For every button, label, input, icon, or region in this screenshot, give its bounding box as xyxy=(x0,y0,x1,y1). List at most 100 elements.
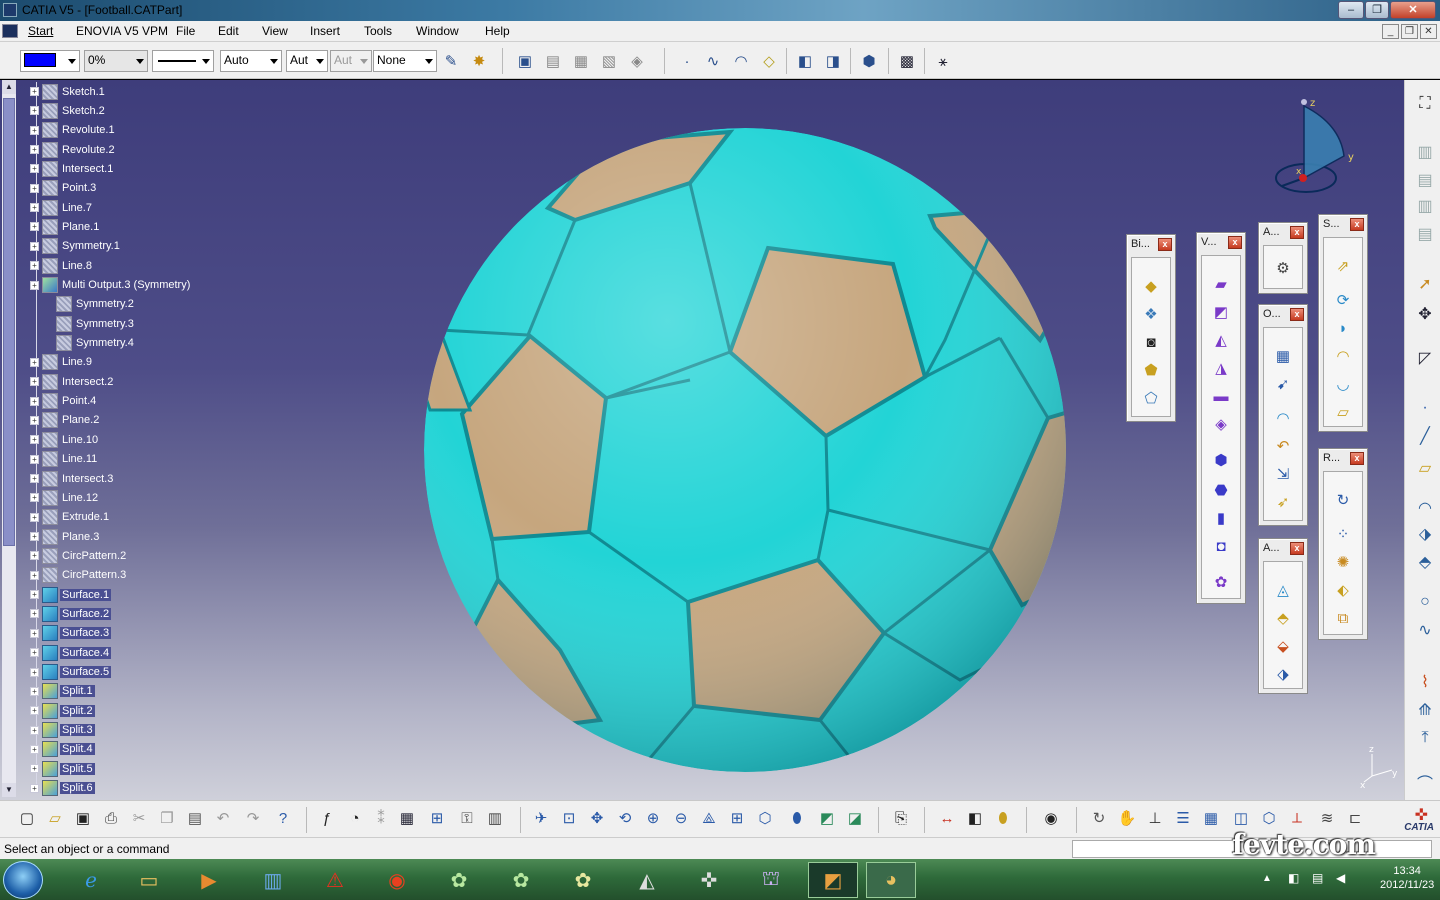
healing-icon[interactable]: ⬠ xyxy=(1139,386,1163,410)
point-icon[interactable]: · xyxy=(676,50,698,72)
app-icon[interactable]: ◉ xyxy=(372,862,422,898)
expand-icon[interactable]: + xyxy=(30,667,39,677)
menu-view[interactable]: View xyxy=(262,24,288,38)
expand-icon[interactable]: + xyxy=(30,222,39,232)
snap-icon[interactable]: ⚹ xyxy=(932,50,954,72)
circle-arc-icon[interactable]: ◠ xyxy=(730,50,752,72)
tree-item[interactable]: + Intersect.3 xyxy=(30,469,115,488)
projection-icon[interactable]: ◠ xyxy=(1413,496,1437,520)
tool-icon[interactable]: ▥ xyxy=(1413,194,1437,218)
expand-icon[interactable]: + xyxy=(30,551,39,561)
fill-icon[interactable]: ◙ xyxy=(1139,330,1163,354)
expand-icon[interactable]: + xyxy=(30,125,39,135)
tree-icon[interactable]: ☰ xyxy=(1172,807,1194,829)
line-icon[interactable]: ╱ xyxy=(1413,424,1437,448)
tree-item[interactable]: + Split.3 xyxy=(30,721,95,740)
clock[interactable]: 13:34 2012/11/23 xyxy=(1380,864,1434,892)
expand-icon[interactable]: + xyxy=(30,415,39,425)
expand-icon[interactable]: + xyxy=(30,744,39,754)
geometry-icon[interactable]: ⊏ xyxy=(1344,807,1366,829)
spline-icon[interactable]: ∿ xyxy=(702,50,724,72)
cut-icon[interactable]: ✂ xyxy=(128,807,150,829)
paste-icon[interactable]: ▤ xyxy=(184,807,206,829)
transparency-dropdown[interactable]: 0% xyxy=(84,50,148,72)
explorer-icon[interactable]: ▭ xyxy=(124,862,174,898)
repetition-icon[interactable]: ↻ xyxy=(1331,488,1355,512)
expand-icon[interactable]: + xyxy=(30,183,39,193)
mdi-minimize-button[interactable]: _ xyxy=(1382,24,1399,39)
tool-icon[interactable]: ▧ xyxy=(598,50,620,72)
tree-item[interactable]: + Revolute.2 xyxy=(30,140,117,159)
sew-icon[interactable]: ▮ xyxy=(1209,506,1233,530)
point-symbol-dropdown[interactable]: Aut xyxy=(286,50,328,72)
curvature-icon[interactable]: ⬘ xyxy=(1271,606,1295,630)
extrapolate-icon[interactable]: ➶ xyxy=(1271,490,1295,514)
measure-between-icon[interactable]: ↔ xyxy=(936,807,958,829)
expand-icon[interactable]: + xyxy=(30,764,39,774)
expand-icon[interactable]: + xyxy=(30,686,39,696)
hierarchy-icon[interactable]: ⊞ xyxy=(426,807,448,829)
menu-enovia[interactable]: ENOVIA V5 VPM xyxy=(76,24,168,38)
fit-all-icon[interactable]: ⊡ xyxy=(558,807,580,829)
tray-arrow-icon[interactable]: ▲ xyxy=(1262,873,1272,884)
shading-icon[interactable]: ⬮ xyxy=(786,807,808,829)
acrobat-icon[interactable]: ⚠ xyxy=(310,862,360,898)
start-button[interactable] xyxy=(3,861,43,899)
expand-icon[interactable]: + xyxy=(30,280,39,290)
app-icon[interactable]: ✿ xyxy=(558,862,608,898)
tree-item[interactable]: + Line.9 xyxy=(30,353,94,372)
extrude-icon[interactable]: ⇗ xyxy=(1331,254,1355,278)
tree-item[interactable]: + Line.12 xyxy=(30,488,100,507)
fly-mode-icon[interactable]: ✈ xyxy=(530,807,552,829)
zoom-in-icon[interactable]: ⊕ xyxy=(642,807,664,829)
menu-start[interactable]: Start xyxy=(28,24,53,38)
repeat-icon[interactable]: ↻ xyxy=(1088,807,1110,829)
normal-view-icon[interactable]: ⟁ xyxy=(698,807,720,829)
save-icon[interactable]: ▣ xyxy=(72,807,94,829)
close-icon[interactable]: x xyxy=(1290,226,1304,239)
tree-item[interactable]: + Surface.5 xyxy=(30,663,112,682)
tree-item[interactable]: + Point.3 xyxy=(30,179,98,198)
expand-icon[interactable]: + xyxy=(30,512,39,522)
floating-toolbar-o[interactable]: O... x ▦ ➹ ◠ ↶ ⇲ ➶ xyxy=(1258,304,1308,526)
color-dropdown[interactable] xyxy=(20,50,80,72)
surface-icon[interactable]: ≋ xyxy=(1316,807,1338,829)
tree-item[interactable]: + Surface.4 xyxy=(30,643,112,662)
tree-item[interactable]: + Sketch.1 xyxy=(30,82,107,101)
expand-icon[interactable]: + xyxy=(30,493,39,503)
tree-item[interactable]: Symmetry.3 xyxy=(56,314,136,333)
close-icon[interactable]: x xyxy=(1290,308,1304,321)
spine-icon[interactable]: ⤒ xyxy=(1413,726,1437,750)
scroll-up-arrow[interactable]: ▲ xyxy=(2,80,16,94)
grid-icon[interactable]: ▩ xyxy=(896,50,918,72)
tree-item[interactable]: Symmetry.4 xyxy=(56,334,136,353)
rotate-icon[interactable]: ⟲ xyxy=(614,807,636,829)
tree-item[interactable]: + Surface.2 xyxy=(30,604,112,623)
tool-icon[interactable]: ◈ xyxy=(626,50,648,72)
constraint-icon[interactable]: ⟂ xyxy=(1286,807,1308,829)
app-icon[interactable]: ◭ xyxy=(622,862,672,898)
expand-icon[interactable]: + xyxy=(30,241,39,251)
user-pattern-icon[interactable]: ⬖ xyxy=(1331,578,1355,602)
open-icon[interactable]: ▱ xyxy=(44,807,66,829)
catalog-icon[interactable]: ⬢ xyxy=(858,50,880,72)
tree-item[interactable]: + Sketch.2 xyxy=(30,101,107,120)
app-icon[interactable]: ▥ xyxy=(248,862,298,898)
menu-insert[interactable]: Insert xyxy=(310,24,340,38)
capture-icon[interactable]: ◉ xyxy=(1040,807,1062,829)
scan-icon[interactable]: ▥ xyxy=(484,807,506,829)
expand-icon[interactable]: + xyxy=(30,87,39,96)
tree-item[interactable]: + Split.6 xyxy=(30,779,95,798)
redo-icon[interactable]: ↷ xyxy=(242,807,264,829)
app-icon[interactable]: ✿ xyxy=(496,862,546,898)
join-icon[interactable]: ⬟ xyxy=(1139,358,1163,382)
tree-item[interactable]: + CircPattern.2 xyxy=(30,546,128,565)
formula-icon[interactable]: ƒ xyxy=(316,807,338,829)
sketcher-icon[interactable]: ◸ xyxy=(1413,346,1437,370)
pocket-icon[interactable]: ◩ xyxy=(1209,300,1233,324)
parallel-curve-icon[interactable]: ⬘ xyxy=(1413,550,1437,574)
law-icon[interactable]: ⌒ xyxy=(1413,770,1437,794)
update-icon[interactable]: ⎘ xyxy=(890,807,912,829)
helix-icon[interactable]: ⌇ xyxy=(1413,670,1437,694)
groove-icon[interactable]: ◮ xyxy=(1209,356,1233,380)
